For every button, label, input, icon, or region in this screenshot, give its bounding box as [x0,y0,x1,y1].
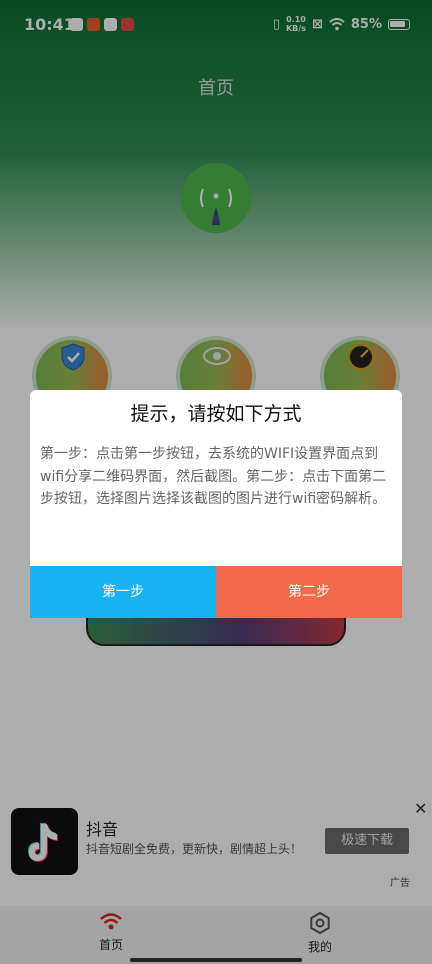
home-indicator[interactable] [130,958,302,962]
dialog-message: 第一步：点击第一步按钮，去系统的WIFI设置界面点到wifi分享二维码界面，然后… [40,446,387,507]
dialog-title: 提示，请按如下方式 [130,403,302,425]
instruction-dialog: 提示，请按如下方式 第一步：点击第一步按钮，去系统的WIFI设置界面点到wifi… [30,390,402,618]
first-step-button[interactable]: 第一步 [30,566,216,618]
second-step-button[interactable]: 第二步 [216,566,402,618]
